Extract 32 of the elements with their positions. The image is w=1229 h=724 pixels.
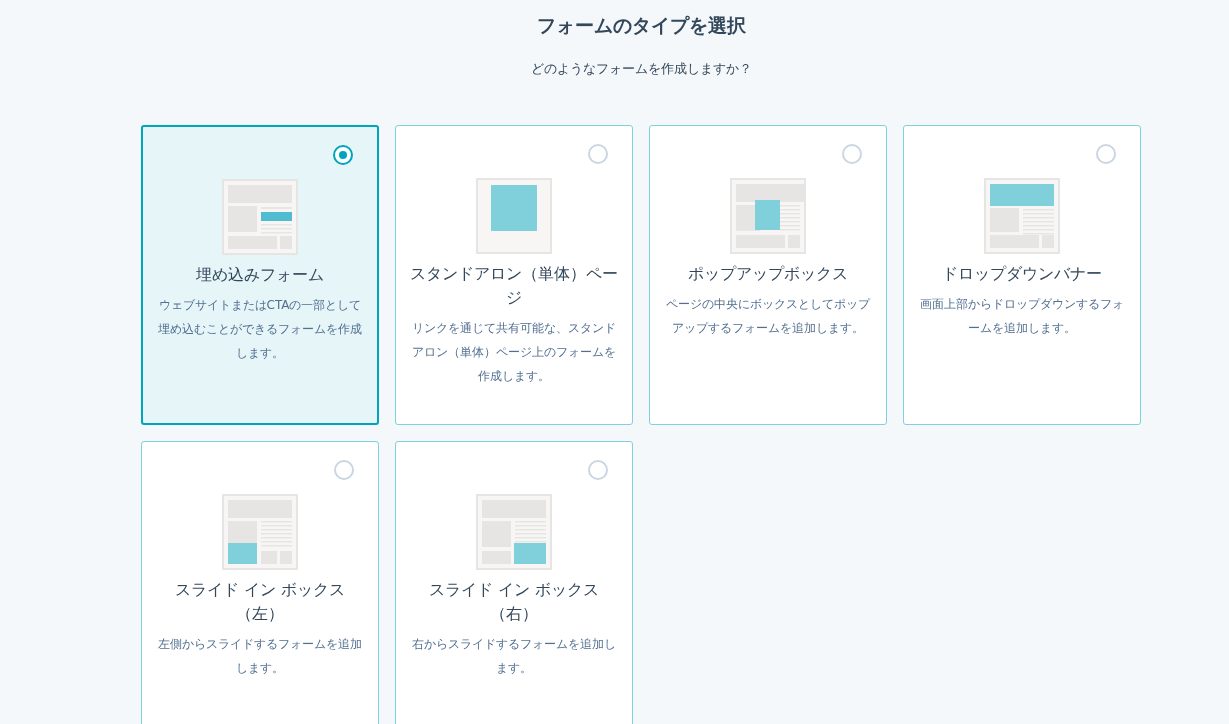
layout-icon xyxy=(476,178,552,255)
card-title: ドロップダウンバナー xyxy=(942,263,1102,286)
card-description: 画面上部からドロップダウンするフォームを追加します。 xyxy=(919,296,1125,338)
radio-button[interactable] xyxy=(588,460,608,481)
form-type-card[interactable]: スタンドアロン（単体）ページ リンクを通じて共有可能な、スタンドアロン（単体）ページ上のフォームを作成します。 xyxy=(395,125,633,426)
card-title: 埋め込みフォーム xyxy=(196,264,324,287)
layout-icon xyxy=(984,178,1060,255)
card-title: スライド イン ボックス（右） xyxy=(427,579,601,626)
layout-icon xyxy=(730,178,806,255)
card-description: ページの中央にボックスとしてポップアップするフォームを追加します。 xyxy=(665,296,872,338)
page-subtitle: どのようなフォームを作成しますか？ xyxy=(529,59,753,78)
card-title: スタンドアロン（単体）ページ xyxy=(410,263,618,310)
card-description: ウェブサイトまたはCTAの一部として埋め込むことができるフォームを作成します。 xyxy=(157,297,363,363)
form-type-card[interactable]: ドロップダウンバナー 画面上部からドロップダウンするフォームを追加します。 xyxy=(903,125,1141,426)
card-description: リンクを通じて共有可能な、スタンドアロン（単体）ページ上のフォームを作成します。 xyxy=(411,320,617,386)
card-description: 右からスライドするフォームを追加します。 xyxy=(411,636,617,678)
radio-button[interactable] xyxy=(334,460,354,481)
radio-button[interactable] xyxy=(588,144,608,165)
radio-button[interactable] xyxy=(842,144,862,165)
card-title: ポップアップボックス xyxy=(688,263,848,286)
layout-icon xyxy=(476,494,552,571)
form-type-card[interactable]: 埋め込みフォーム ウェブサイトまたはCTAの一部として埋め込むことができるフォームを作成します。 xyxy=(141,125,379,426)
form-type-card[interactable]: スライド イン ボックス（右） 右からスライドするフォームを追加します。 xyxy=(395,441,633,724)
card-description: 左側からスライドするフォームを追加します。 xyxy=(157,636,363,678)
radio-button[interactable] xyxy=(333,145,353,166)
form-type-card[interactable]: スライド イン ボックス（左） 左側からスライドするフォームを追加します。 xyxy=(141,441,379,724)
layout-icon xyxy=(222,494,298,571)
radio-button[interactable] xyxy=(1096,144,1116,165)
form-type-card[interactable]: ポップアップボックス ページの中央にボックスとしてポップアップするフォームを追加します。 xyxy=(649,125,887,426)
page-title: フォームのタイプを選択 xyxy=(535,14,747,37)
card-title: スライド イン ボックス（左） xyxy=(173,579,347,626)
layout-icon xyxy=(222,179,298,256)
